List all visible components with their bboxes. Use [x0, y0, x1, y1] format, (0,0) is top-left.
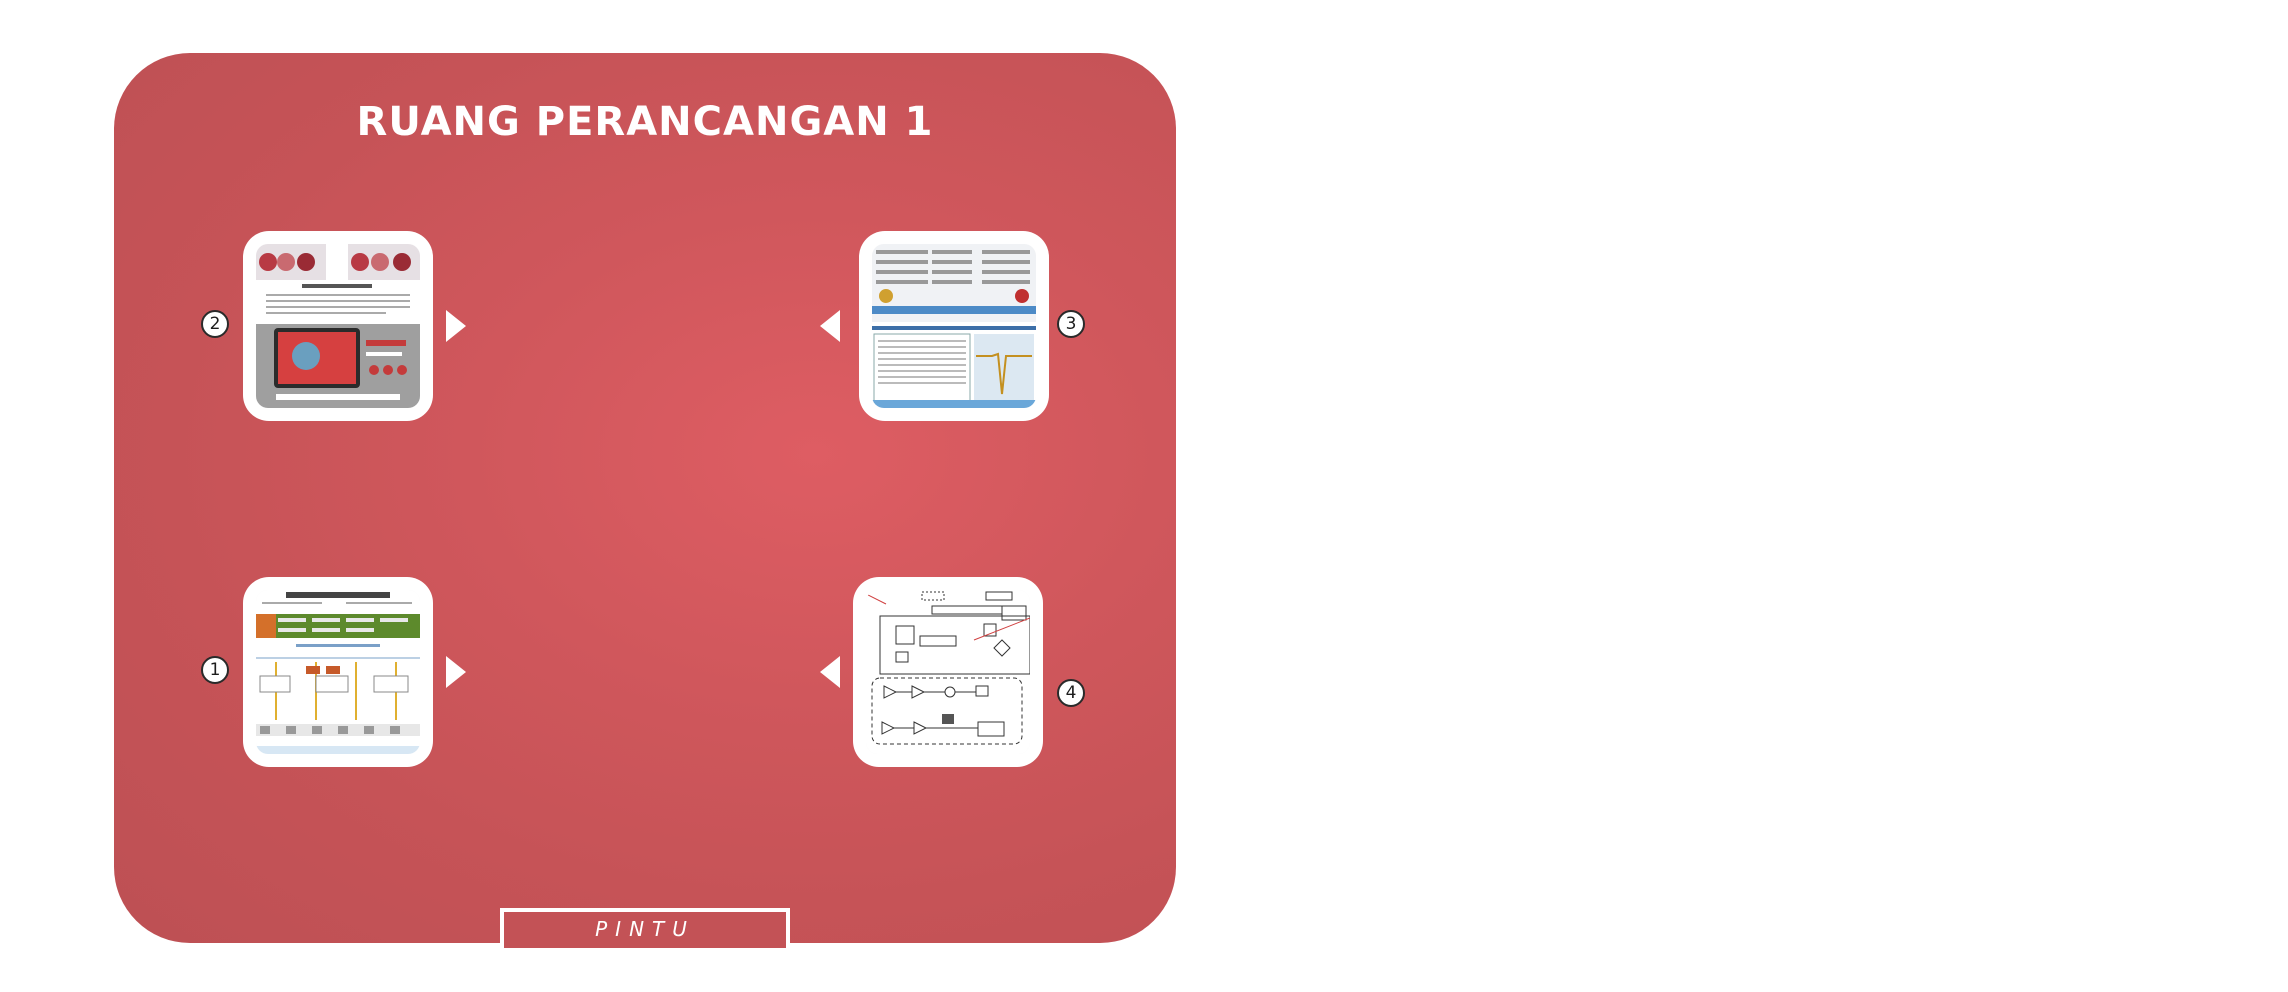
exhibit-2-arrow-right-icon[interactable]: [446, 310, 466, 342]
room-title: RUANG PERANCANGAN 1: [356, 99, 934, 145]
exhibit-3-thumbnail[interactable]: [859, 231, 1049, 421]
door-label: PINTU: [595, 917, 695, 941]
exhibit-2-thumbnail[interactable]: [243, 231, 433, 421]
door-button[interactable]: PINTU: [500, 908, 790, 948]
exhibit-3-number-badge[interactable]: 3: [1057, 310, 1085, 338]
room-panel: RUANG PERANCANGAN 1 2 3 1 4: [114, 53, 1176, 943]
exhibit-1-image: [256, 590, 420, 754]
exhibit-4-arrow-left-icon[interactable]: [820, 656, 840, 688]
exhibit-4-thumbnail[interactable]: [853, 577, 1043, 767]
exhibit-3-image: [872, 244, 1036, 408]
exhibit-4-image: [866, 590, 1030, 754]
exhibit-3-arrow-left-icon[interactable]: [820, 310, 840, 342]
exhibit-2-image: [256, 244, 420, 408]
exhibit-1-thumbnail[interactable]: [243, 577, 433, 767]
exhibit-1-arrow-right-icon[interactable]: [446, 656, 466, 688]
exhibit-4-number-badge[interactable]: 4: [1057, 679, 1085, 707]
exhibit-1-number-badge[interactable]: 1: [201, 656, 229, 684]
exhibit-2-number-badge[interactable]: 2: [201, 310, 229, 338]
